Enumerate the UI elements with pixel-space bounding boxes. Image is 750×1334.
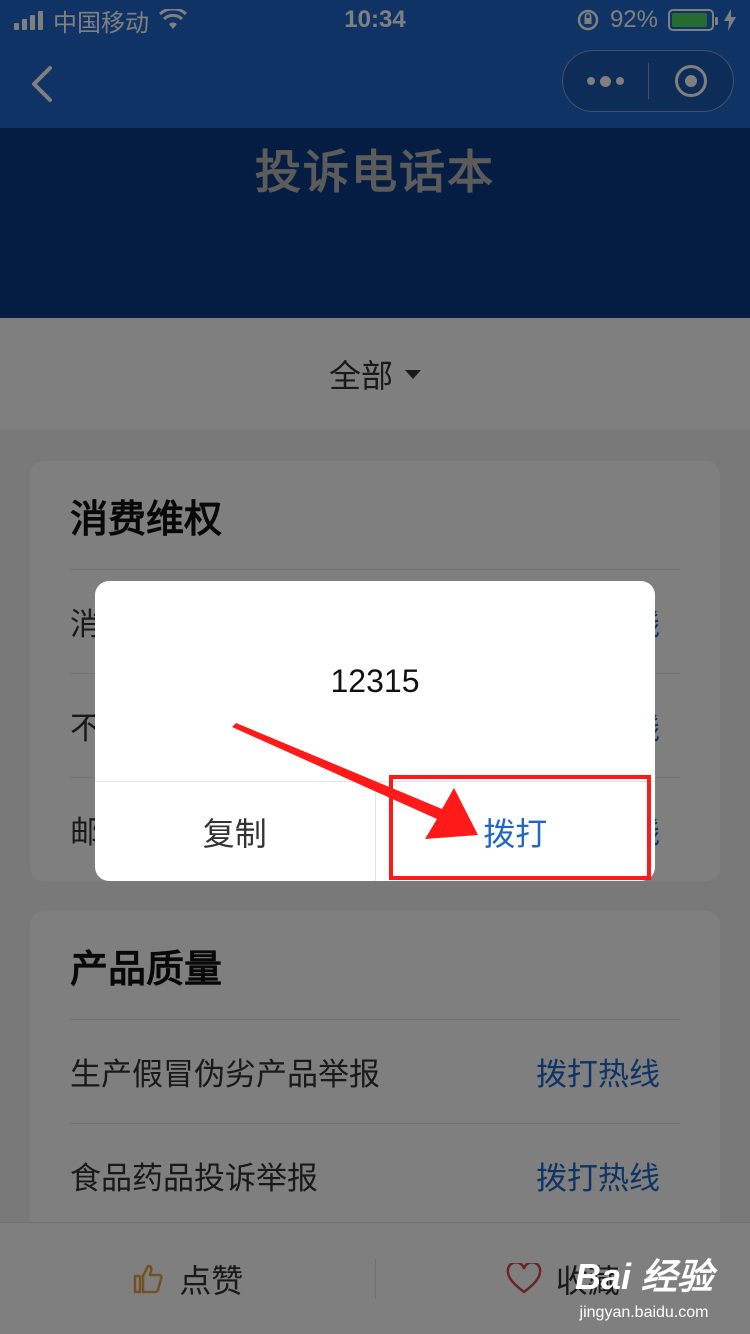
watermark-url: jingyan.baidu.com <box>579 1304 709 1321</box>
baidu-jingyan-watermark: Bai 经验 jingyan.baidu.com <box>575 1248 713 1322</box>
copy-button[interactable]: 复制 <box>95 782 376 881</box>
dialog-phone-number: 12315 <box>330 662 420 699</box>
watermark-logo: Bai 经验 <box>575 1256 714 1297</box>
annotation-highlight-box <box>389 775 651 880</box>
